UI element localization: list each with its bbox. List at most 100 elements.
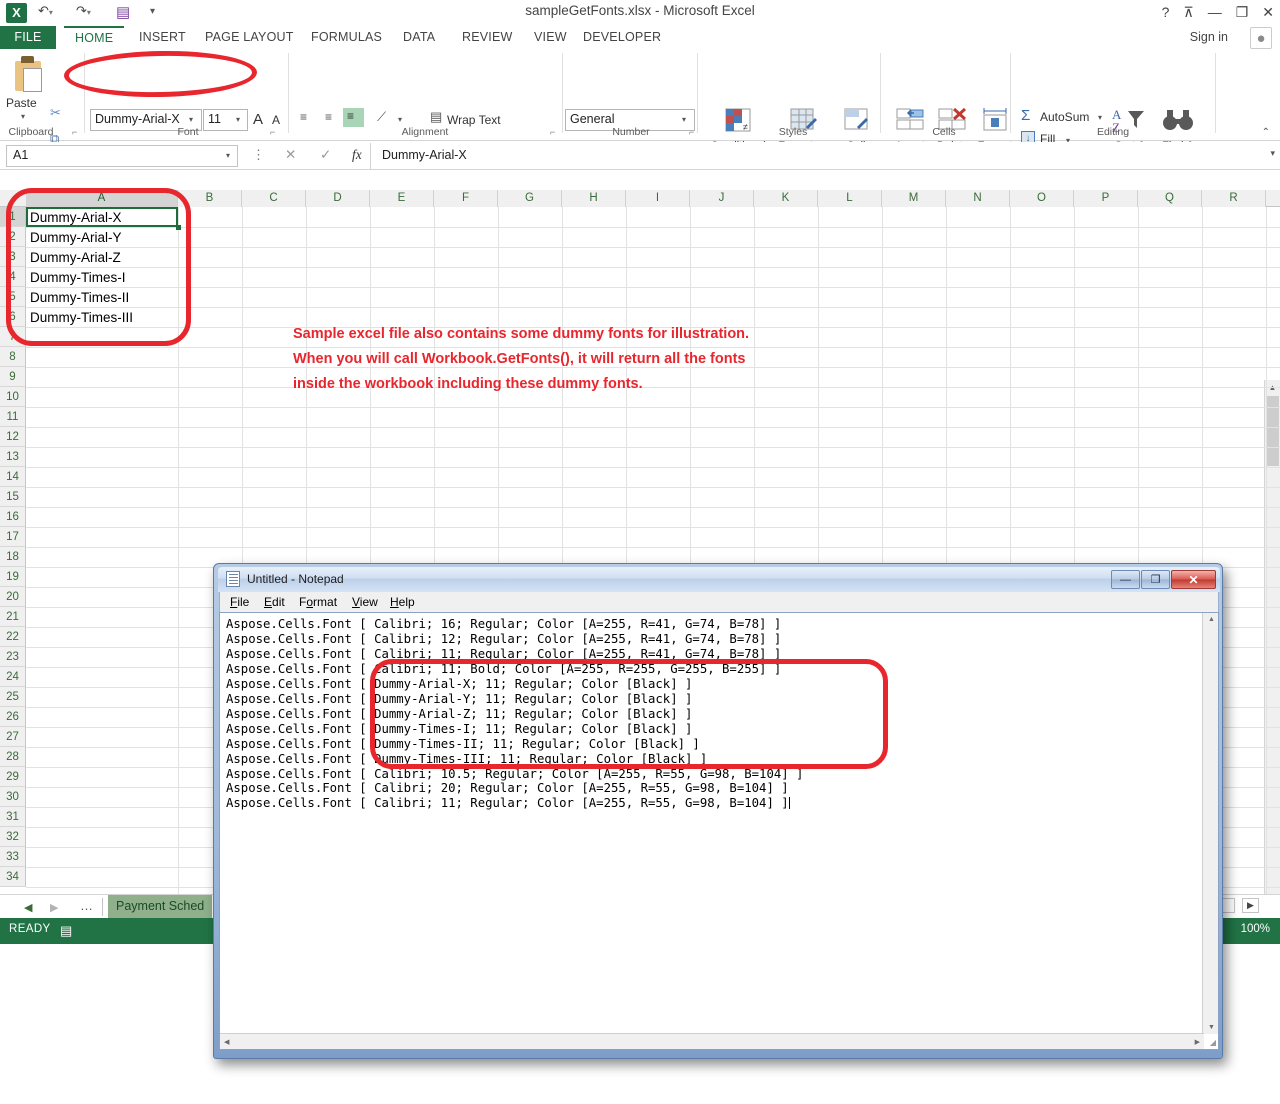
row-header-34[interactable]: 34 <box>0 867 26 887</box>
row-header-19[interactable]: 19 <box>0 567 26 587</box>
expand-formula-bar-icon[interactable]: ▾ <box>1270 148 1275 159</box>
align-middle-icon[interactable]: ≡ <box>325 110 332 124</box>
collapse-ribbon-icon[interactable]: ⌃ <box>1262 127 1270 138</box>
orientation-icon[interactable]: ⟋ <box>377 109 386 125</box>
restore-icon[interactable]: ❐ <box>1236 2 1249 22</box>
row-header-29[interactable]: 29 <box>0 767 26 787</box>
name-box[interactable]: A1 <box>6 145 238 167</box>
column-header-D[interactable]: D <box>306 190 370 207</box>
decrease-font-size-icon[interactable]: A <box>272 113 280 127</box>
help-icon[interactable]: ? <box>1162 2 1170 22</box>
zoom-in-icon[interactable]: ▶ <box>1242 898 1259 913</box>
row-header-11[interactable]: 11 <box>0 407 26 427</box>
align-bottom-icon[interactable]: ≡ <box>343 108 364 127</box>
column-header-R[interactable]: R <box>1202 190 1266 207</box>
previous-sheet-icon[interactable]: ◀ <box>24 901 32 914</box>
sign-in-button[interactable]: Sign in <box>1190 26 1228 49</box>
notepad-restore-icon[interactable]: ❐ <box>1141 570 1170 589</box>
cancel-icon[interactable]: ✕ <box>285 147 296 163</box>
column-header-F[interactable]: F <box>434 190 498 207</box>
sheet-overflow-icon[interactable]: … <box>80 898 94 913</box>
tab-developer[interactable]: DEVELOPER <box>572 26 672 49</box>
row-header-28[interactable]: 28 <box>0 747 26 767</box>
tab-review[interactable]: REVIEW <box>451 26 524 49</box>
row-header-8[interactable]: 8 <box>0 347 26 367</box>
zoom-level[interactable]: 100% <box>1241 923 1270 935</box>
tab-view[interactable]: VIEW <box>523 26 578 49</box>
notepad-close-icon[interactable]: ✕ <box>1171 570 1216 589</box>
tab-insert[interactable]: INSERT <box>128 26 197 49</box>
close-icon[interactable]: ✕ <box>1262 2 1274 22</box>
column-header-C[interactable]: C <box>242 190 306 207</box>
row-header-32[interactable]: 32 <box>0 827 26 847</box>
menu-file[interactable]: File <box>230 595 249 609</box>
notepad-scroll-up-icon[interactable]: ▲ <box>1208 616 1215 623</box>
tab-page-layout[interactable]: PAGE LAYOUT <box>194 26 305 49</box>
column-header-K[interactable]: K <box>754 190 818 207</box>
row-header-23[interactable]: 23 <box>0 647 26 667</box>
paste-icon[interactable] <box>12 55 46 93</box>
row-header-16[interactable]: 16 <box>0 507 26 527</box>
row-header-15[interactable]: 15 <box>0 487 26 507</box>
minimize-icon[interactable]: — <box>1208 2 1222 22</box>
row-header-25[interactable]: 25 <box>0 687 26 707</box>
sheet-tab-active[interactable]: Payment Sched <box>108 895 212 918</box>
font-dialog-launcher[interactable]: ⌐ <box>270 127 275 137</box>
column-header-Q[interactable]: Q <box>1138 190 1202 207</box>
notepad-horizontal-scrollbar[interactable]: ◀ ▶ <box>220 1033 1204 1049</box>
tab-formulas[interactable]: FORMULAS <box>300 26 393 49</box>
enter-icon[interactable]: ✓ <box>320 147 331 163</box>
row-header-33[interactable]: 33 <box>0 847 26 867</box>
row-header-17[interactable]: 17 <box>0 527 26 547</box>
notepad-scroll-down-icon[interactable]: ▼ <box>1208 1024 1215 1031</box>
notepad-minimize-icon[interactable]: — <box>1111 570 1140 589</box>
row-header-31[interactable]: 31 <box>0 807 26 827</box>
column-header-P[interactable]: P <box>1074 190 1138 207</box>
menu-edit[interactable]: Edit <box>264 595 285 609</box>
number-dialog-launcher[interactable]: ⌐ <box>689 127 694 137</box>
row-header-20[interactable]: 20 <box>0 587 26 607</box>
column-header-E[interactable]: E <box>370 190 434 207</box>
next-sheet-icon[interactable]: ▶ <box>50 901 58 914</box>
column-header-G[interactable]: G <box>498 190 562 207</box>
ribbon-display-options-icon[interactable]: ⊼ <box>1183 2 1193 22</box>
tab-home[interactable]: HOME <box>64 26 124 49</box>
autosum-icon[interactable]: Σ <box>1021 107 1030 124</box>
align-top-icon[interactable]: ≡ <box>300 110 307 124</box>
macro-record-icon[interactable]: ▤ <box>60 923 72 939</box>
row-header-13[interactable]: 13 <box>0 447 26 467</box>
tab-file[interactable]: FILE <box>0 26 56 49</box>
column-header-M[interactable]: M <box>882 190 946 207</box>
row-header-24[interactable]: 24 <box>0 667 26 687</box>
menu-view[interactable]: View <box>352 595 378 609</box>
notepad-scroll-left-icon[interactable]: ◀ <box>224 1038 229 1046</box>
notepad-vertical-scrollbar[interactable]: ▲ ▼ <box>1202 613 1218 1034</box>
column-header-J[interactable]: J <box>690 190 754 207</box>
clipboard-dialog-launcher[interactable]: ⌐ <box>72 127 77 137</box>
notepad-window[interactable]: Untitled - Notepad — ❐ ✕ File Edit Forma… <box>213 563 1223 1059</box>
row-header-10[interactable]: 10 <box>0 387 26 407</box>
alignment-dialog-launcher[interactable]: ⌐ <box>550 127 555 137</box>
row-header-22[interactable]: 22 <box>0 627 26 647</box>
autosum-label[interactable]: AutoSum <box>1040 110 1089 124</box>
paste-dropdown-icon[interactable]: ▾ <box>21 112 25 121</box>
row-header-18[interactable]: 18 <box>0 547 26 567</box>
column-header-I[interactable]: I <box>626 190 690 207</box>
menu-help[interactable]: Help <box>390 595 415 609</box>
row-header-12[interactable]: 12 <box>0 427 26 447</box>
row-header-14[interactable]: 14 <box>0 467 26 487</box>
menu-format[interactable]: Format <box>299 595 337 609</box>
insert-function-icon[interactable]: fx <box>352 147 362 163</box>
row-header-30[interactable]: 30 <box>0 787 26 807</box>
cut-icon[interactable]: ✂ <box>50 105 61 121</box>
notepad-scroll-right-icon[interactable]: ▶ <box>1195 1038 1200 1046</box>
wrap-text-icon[interactable]: ▤ <box>430 109 442 125</box>
column-header-L[interactable]: L <box>818 190 882 207</box>
paste-label[interactable]: Paste <box>6 96 37 110</box>
avatar[interactable]: ● <box>1250 27 1272 49</box>
column-header-O[interactable]: O <box>1010 190 1074 207</box>
row-header-9[interactable]: 9 <box>0 367 26 387</box>
row-header-27[interactable]: 27 <box>0 727 26 747</box>
formula-input[interactable]: Dummy-Arial-X <box>378 145 1268 167</box>
column-header-N[interactable]: N <box>946 190 1010 207</box>
